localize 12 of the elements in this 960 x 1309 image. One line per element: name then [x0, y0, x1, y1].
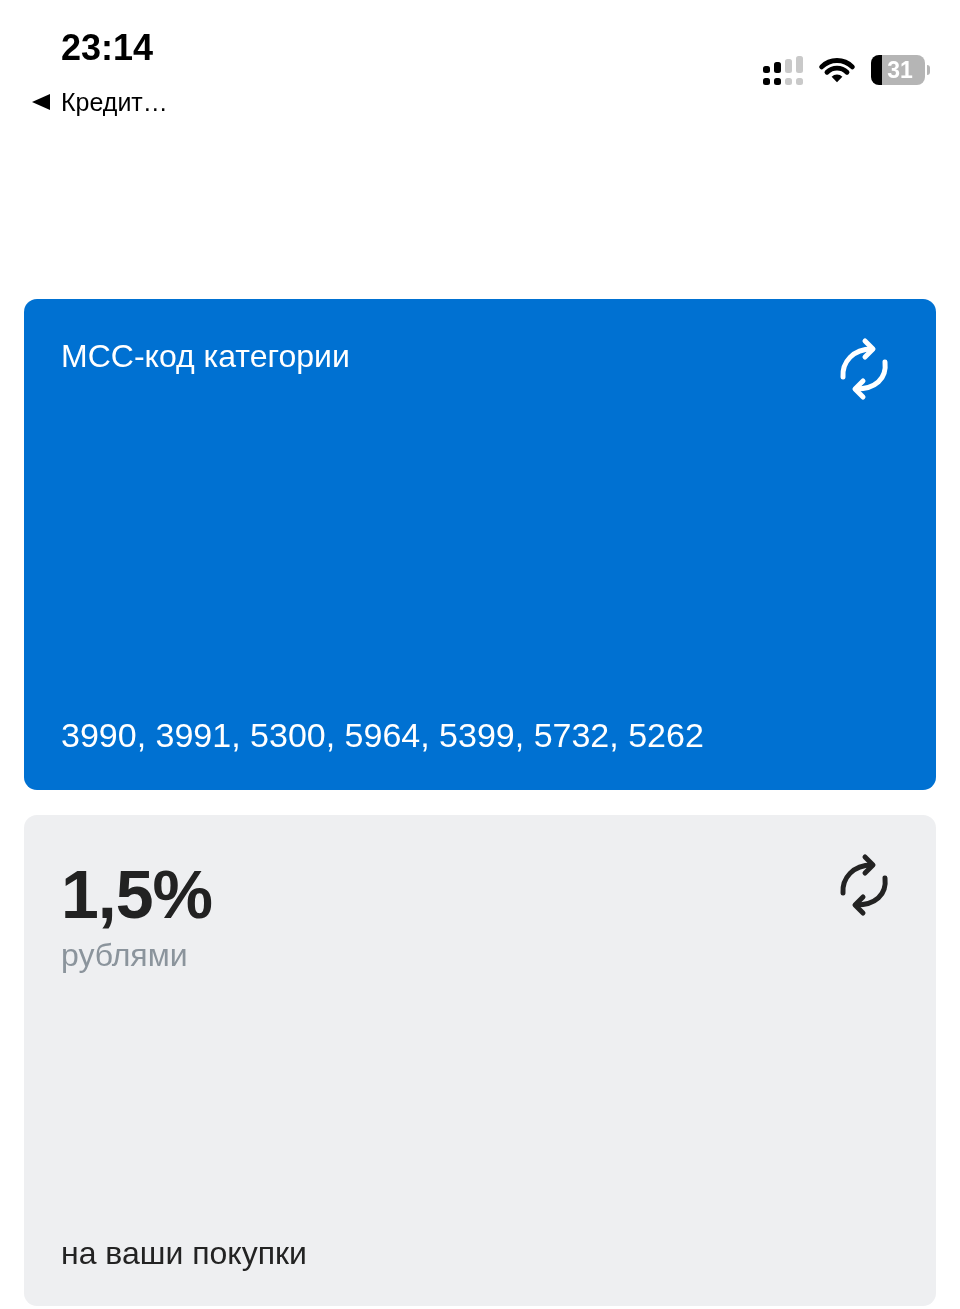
battery-percent: 31	[887, 57, 913, 83]
currency-label: рублями	[61, 936, 188, 975]
wifi-icon	[818, 57, 856, 83]
card-caption: на ваши покупки	[61, 1233, 308, 1272]
refresh-icon[interactable]	[838, 853, 890, 919]
cashback-rate: 1,5%	[61, 860, 212, 928]
signal-icon	[763, 55, 803, 85]
code-list: 3990, 3991, 5300, 5964, 5399, 5732, 5262	[61, 715, 890, 756]
back-button[interactable]: Кредит…	[32, 87, 168, 117]
back-icon	[32, 94, 50, 110]
status-time: 23:14	[61, 30, 154, 66]
card-title: МСС-код категории	[61, 337, 350, 376]
